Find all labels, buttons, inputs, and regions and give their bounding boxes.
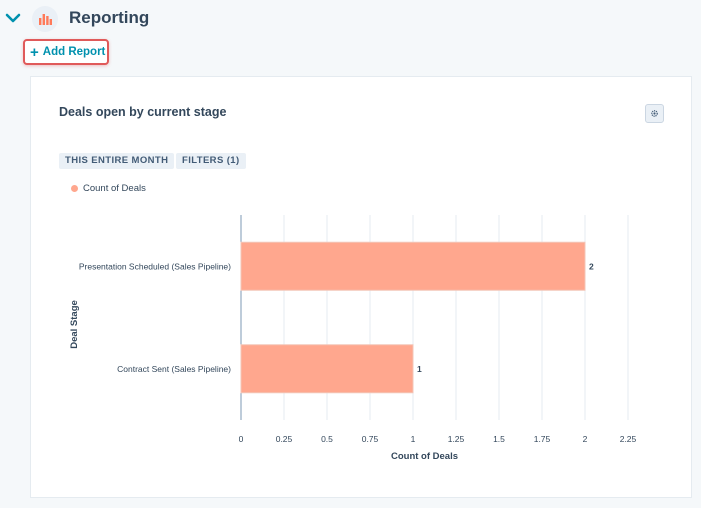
category-label: Presentation Scheduled (Sales Pipeline) xyxy=(79,261,231,271)
x-tick-label: 1 xyxy=(411,434,416,444)
bar-chart-icon xyxy=(32,6,58,32)
add-report-button[interactable]: + Add Report xyxy=(23,39,109,65)
bar-data-label: 2 xyxy=(589,261,594,271)
y-axis-title: Deal Stage xyxy=(69,300,80,349)
section-header: Reporting xyxy=(0,0,701,38)
add-report-label: Add Report xyxy=(42,46,106,58)
x-tick-label: 1.75 xyxy=(534,434,551,444)
x-tick-label: 0.75 xyxy=(362,434,379,444)
page-title: Reporting xyxy=(69,8,150,27)
report-card: Deals open by current stage THIS ENTIRE … xyxy=(30,76,692,498)
x-tick-label: 2.25 xyxy=(620,434,637,444)
x-tick-label: 0.25 xyxy=(276,434,293,444)
bar xyxy=(240,344,414,394)
bar-data-label: 1 xyxy=(417,364,422,374)
x-tick-label: 2 xyxy=(583,434,588,444)
x-tick-label: 1.25 xyxy=(448,434,465,444)
chevron-down-icon[interactable] xyxy=(4,9,22,27)
bar xyxy=(240,241,586,291)
plus-icon: + xyxy=(30,43,39,61)
x-tick-label: 1.5 xyxy=(493,434,505,444)
x-tick-label: 0.5 xyxy=(321,434,333,444)
bar-chart: 0 0.25 0.5 0.75 1 1.25 1.5 1.75 2 2.25 2 Presentati… xyxy=(69,215,637,462)
x-axis-title: Count of Deals xyxy=(391,451,458,462)
x-tick-label: 0 xyxy=(239,434,244,444)
category-label: Contract Sent (Sales Pipeline) xyxy=(117,364,231,374)
